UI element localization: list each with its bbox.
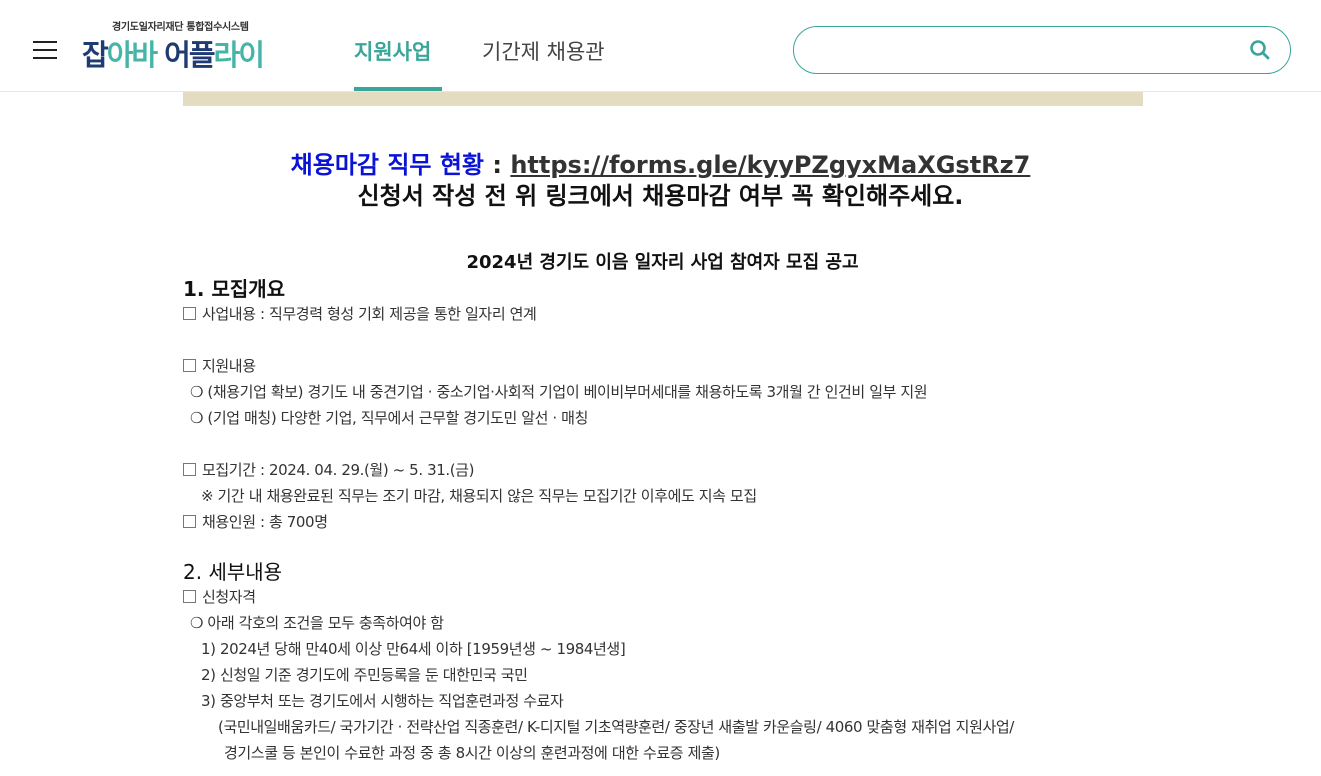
checkbox-bullet [183, 463, 196, 476]
support-detail-employer: ❍ (채용기업 확보) 경기도 내 중견기업 · 중소기업·사회적 기업이 베이… [190, 383, 928, 401]
overview-item-text: 사업내용 : 직무경력 형성 기회 제공을 통한 일자리 연계 [202, 305, 537, 323]
logo-part-4: 라이 [213, 38, 265, 72]
overview-item-business: 사업내용 : 직무경력 형성 기회 제공을 통한 일자리 연계 [183, 303, 537, 324]
active-tab-indicator [354, 87, 442, 91]
document-title: 2024년 경기도 이음 일자리 사업 참여자 모집 공고 [466, 252, 859, 273]
search-input[interactable] [816, 37, 1240, 65]
eligibility-intro: ❍ 아래 각호의 조건을 모두 충족하여야 함 [190, 614, 444, 632]
overview-item-text: 지원내용 [202, 357, 256, 375]
period-note: ※ 기간 내 채용완료된 직무는 조기 마감, 채용되지 않은 직무는 모집기간… [201, 487, 757, 505]
notice-link-line: 채용마감 직무 현황 : https://forms.gle/kyyPZgyxM… [0, 145, 1321, 180]
site-logo[interactable]: 경기도일자리재단 통합접수시스템 잡아바 어플라이 [82, 16, 302, 72]
section-heading-overview: 1. 모집개요 [183, 277, 286, 301]
eligibility-condition-1: 1) 2024년 당해 만40세 이상 만64세 이하 [1959년생 ~ 19… [201, 640, 626, 658]
support-detail-matching: ❍ (기업 매칭) 다양한 기업, 직무에서 근무할 경기도민 알선 · 매칭 [190, 409, 588, 427]
checkbox-bullet [183, 590, 196, 603]
logo-subtitle: 경기도일자리재단 통합접수시스템 [112, 22, 249, 33]
notice-instruction: 신청서 작성 전 위 링크에서 채용마감 여부 꼭 확인해주세요. [357, 182, 964, 210]
overview-item-support: 지원내용 [183, 355, 256, 376]
section-heading-details: 2. 세부내용 [183, 560, 283, 584]
overview-item-text: 채용인원 : 총 700명 [202, 513, 328, 531]
eligibility-condition-3-detail-a: (국민내일배움카드/ 국가기간 · 전략산업 직종훈련/ K-디지털 기초역량훈… [218, 718, 1014, 736]
hamburger-icon[interactable] [33, 41, 57, 59]
checkbox-bullet [183, 515, 196, 528]
closed-jobs-link[interactable]: https://forms.gle/kyyPZgyxMaXGstRz7 [510, 151, 1030, 179]
logo-wordmark: 잡아바 어플라이 [82, 32, 265, 74]
eligibility-condition-2: 2) 신청일 기준 경기도에 주민등록을 둔 대한민국 국민 [201, 666, 528, 684]
logo-part-3: 어플 [164, 38, 215, 72]
tab-fixed-term-jobs[interactable]: 기간제 채용관 [482, 36, 605, 66]
overview-item-period: 모집기간 : 2024. 04. 29.(월) ~ 5. 31.(금) [183, 459, 474, 480]
logo-part-1: 잡 [82, 38, 109, 72]
details-item-eligibility: 신청자격 [183, 586, 256, 607]
banner-strip [183, 92, 1143, 106]
notice-separator: : [492, 151, 502, 179]
search-icon[interactable] [1249, 39, 1271, 61]
notice-label: 채용마감 직무 현황 [290, 151, 485, 179]
overview-item-text: 모집기간 : 2024. 04. 29.(월) ~ 5. 31.(금) [202, 461, 475, 479]
eligibility-condition-3-detail-b: 경기스쿨 등 본인이 수료한 과정 중 총 8시간 이상의 훈련과정에 대한 수… [224, 744, 720, 762]
search-bar [793, 26, 1291, 74]
tab-support-programs[interactable]: 지원사업 [354, 36, 431, 66]
logo-part-2: 아바 [106, 38, 165, 72]
overview-item-headcount: 채용인원 : 총 700명 [183, 511, 328, 532]
site-header: 경기도일자리재단 통합접수시스템 잡아바 어플라이 지원사업 기간제 채용관 [0, 0, 1321, 92]
checkbox-bullet [183, 307, 196, 320]
eligibility-condition-3: 3) 중앙부처 또는 경기도에서 시행하는 직업훈련과정 수료자 [201, 692, 564, 710]
checkbox-bullet [183, 359, 196, 372]
details-item-text: 신청자격 [202, 588, 256, 606]
